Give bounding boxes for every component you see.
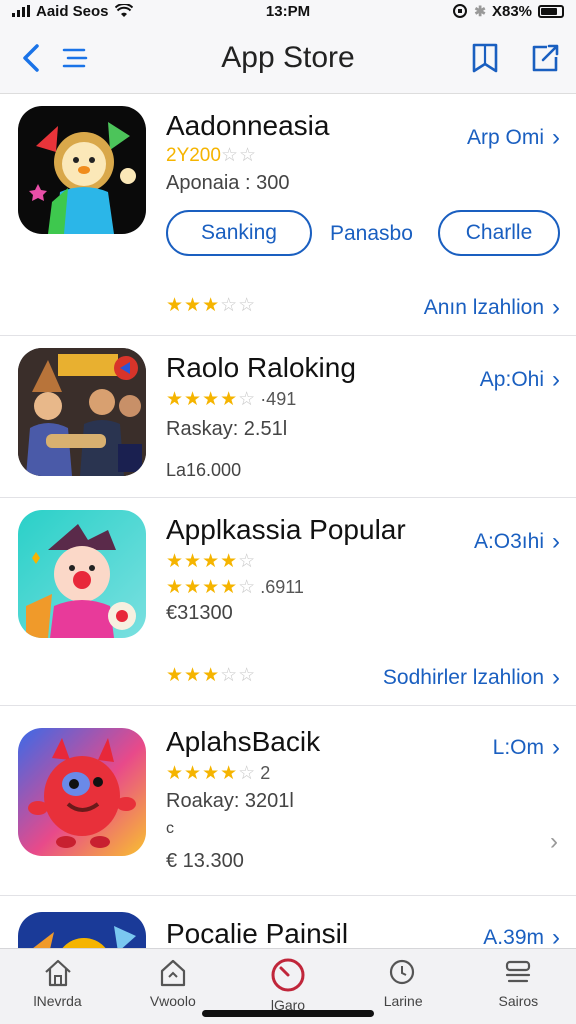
- tab-home[interactable]: lNevrda: [8, 957, 108, 1009]
- list-item[interactable]: Aadonneasia Arp Omi › 2Y200☆☆ Aponaia : …: [0, 94, 576, 336]
- stack-icon: [506, 960, 531, 983]
- list-item[interactable]: Raolo Raloking Ap:Ohi › ★★★★☆ ·491 Raskay…: [0, 336, 576, 498]
- chevron-right-icon: ›: [552, 124, 560, 151]
- app-name[interactable]: Applkassia Popular: [166, 514, 406, 546]
- detail-link-label: Anın lzahlion: [423, 296, 544, 319]
- bluetooth-icon: ✱: [474, 2, 486, 19]
- rating-stars: 2Y200☆☆: [166, 145, 258, 166]
- price-label: A:O3ıhi: [473, 530, 544, 553]
- charlle-button[interactable]: Charlle: [438, 210, 560, 256]
- app-price-value: € 13.300: [166, 850, 244, 872]
- app-icon[interactable]: [18, 912, 146, 948]
- bottom-rating-stars: ★★★☆☆: [166, 295, 257, 316]
- chevron-right-icon: ›: [552, 294, 560, 321]
- tab-label: Larine: [383, 993, 423, 1009]
- rating-text: 2Y200: [166, 145, 221, 166]
- share-icon: [532, 44, 559, 71]
- search-icon: [390, 959, 415, 985]
- book-icon: [472, 43, 498, 72]
- chevron-right-icon: ›: [552, 366, 560, 393]
- list-menu-button[interactable]: [58, 41, 92, 75]
- price-link[interactable]: A.39m ›: [483, 924, 560, 948]
- rating-stars: ★★★★☆: [166, 551, 257, 572]
- battery-icon: [538, 4, 564, 18]
- app-name[interactable]: Aadonneasia: [166, 110, 329, 142]
- list-icon: [62, 48, 88, 67]
- orientation-lock-icon: [453, 4, 468, 18]
- rating-text: 2: [260, 763, 271, 783]
- price-label: A.39m: [483, 926, 544, 948]
- tab-label: Sairos: [498, 993, 539, 1009]
- detail-link[interactable]: Anın lzahlion ›: [424, 294, 560, 322]
- list-item[interactable]: Pocalie Painsil A.39m ›: [0, 896, 576, 948]
- tab-label: lNevrda: [33, 993, 82, 1009]
- rating-stars: ★★★★☆ 2: [166, 763, 271, 784]
- price-label: L:Om: [492, 736, 544, 759]
- share-button[interactable]: [528, 41, 562, 75]
- list-item[interactable]: AplahsBacik L:Om › ★★★★☆ 2 Roakay: 3201l …: [0, 706, 576, 896]
- tab-stack[interactable]: Sairos: [468, 957, 568, 1009]
- detail-link-label: Sodhirler lzahlion: [382, 666, 544, 689]
- app-meta: Raskay: 2.51l: [166, 418, 288, 440]
- group-photo-icon: [18, 348, 146, 476]
- app-name[interactable]: AplahsBacik: [166, 726, 320, 758]
- home-indicator[interactable]: [202, 1010, 374, 1017]
- chevron-right-icon: ›: [552, 924, 560, 948]
- chevron-left-icon: [23, 43, 39, 72]
- tab-label: Vwoolo: [149, 993, 196, 1009]
- app-icon[interactable]: [18, 106, 146, 234]
- app-meta-secondary: c: [166, 820, 174, 837]
- tab-clock[interactable]: lGaro: [238, 957, 338, 1013]
- list-item[interactable]: Applkassia Popular A:O3ıhi › ★★★★☆ ★★★★☆…: [0, 498, 576, 706]
- battery-percent: X83%: [491, 2, 532, 20]
- app-meta: Roakay: 3201l: [166, 790, 294, 812]
- wifi-icon: [114, 4, 133, 17]
- price-link[interactable]: L:Om ›: [493, 734, 560, 762]
- clown-character-icon: [26, 524, 136, 638]
- panasbo-link[interactable]: Panasbo: [330, 222, 413, 246]
- rating-text: ·491: [260, 389, 297, 409]
- app-price-value: €31300: [166, 602, 233, 624]
- tab-store[interactable]: Vwoolo: [123, 957, 223, 1009]
- clock-icon: [271, 958, 305, 992]
- store-icon: [160, 959, 185, 987]
- signal-icon: [12, 5, 30, 17]
- app-name[interactable]: Pocalie Painsil: [166, 918, 348, 948]
- sanking-button[interactable]: Sanking: [166, 210, 312, 256]
- rating-stars-secondary: ★★★★☆ .6911: [166, 577, 304, 598]
- price-label: Ap:Ohi: [479, 368, 544, 391]
- tab-search[interactable]: Larine: [353, 957, 453, 1009]
- app-meta: Aponaia : 300: [166, 172, 290, 194]
- mascot-character-icon: [29, 122, 136, 234]
- home-icon: [44, 959, 71, 987]
- status-time: 13:PM: [265, 2, 311, 20]
- price-link[interactable]: A:O3ıhi ›: [474, 528, 560, 556]
- character-icon: [33, 926, 136, 948]
- app-meta-secondary: La16.000: [166, 460, 242, 480]
- chevron-right-icon[interactable]: ›: [550, 828, 558, 856]
- app-list: Aadonneasia Arp Omi › 2Y200☆☆ Aponaia : …: [0, 94, 576, 948]
- back-button[interactable]: [14, 41, 48, 75]
- status-bar: Aaid Seos 13:PM ✱ X83%: [0, 0, 576, 22]
- app-name[interactable]: Raolo Raloking: [166, 352, 356, 384]
- chevron-right-icon: ›: [552, 528, 560, 555]
- detail-link[interactable]: Sodhirler lzahlion ›: [383, 664, 560, 692]
- bookmark-button[interactable]: [468, 41, 502, 75]
- app-icon[interactable]: [18, 348, 146, 476]
- rating-stars: ★★★★☆ ·491: [166, 389, 297, 410]
- app-icon[interactable]: [18, 728, 146, 856]
- app-icon[interactable]: [18, 510, 146, 638]
- monster-character-icon: [28, 738, 136, 848]
- price-link[interactable]: Arp Omi ›: [467, 124, 560, 152]
- bottom-rating-stars: ★★★☆☆: [166, 665, 257, 686]
- price-link[interactable]: Ap:Ohi ›: [480, 366, 560, 394]
- carrier-label: Aaid Seos: [36, 2, 109, 20]
- chevron-right-icon: ›: [552, 664, 560, 691]
- chevron-right-icon: ›: [552, 734, 560, 761]
- price-label: Arp Omi: [466, 126, 544, 149]
- nav-bar: App Store: [0, 22, 576, 94]
- rating-text: .6911: [260, 577, 304, 597]
